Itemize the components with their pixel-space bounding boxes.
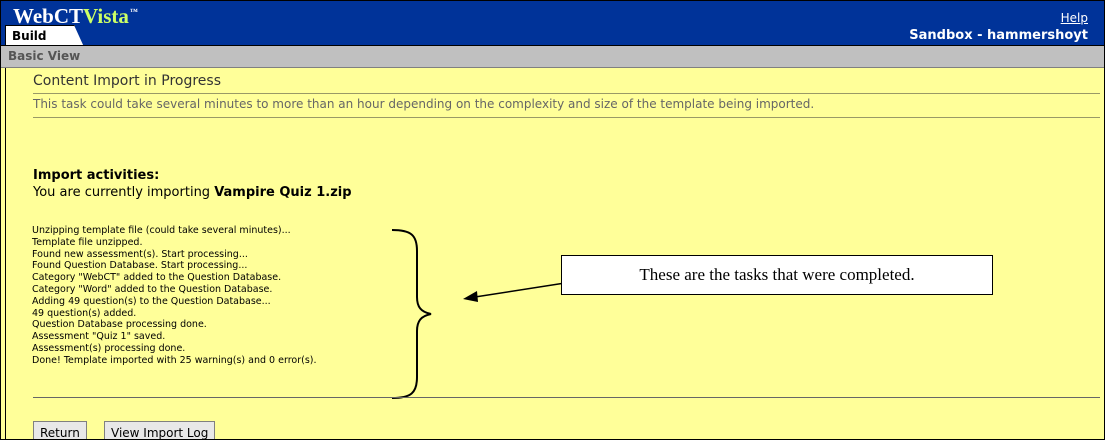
logo-vista-text: Vista (83, 4, 129, 28)
importing-prefix: You are currently importing (33, 185, 215, 200)
log-line: Assessment(s) processing done. (32, 342, 186, 354)
importing-status: You are currently importing Vampire Quiz… (33, 185, 352, 200)
tab-build[interactable]: Build (5, 25, 84, 47)
import-log: Unzipping template file (could take seve… (32, 225, 317, 367)
log-divider (33, 397, 1100, 398)
log-line: Category "WebCT" added to the Question D… (32, 272, 282, 284)
log-line: Found new assessment(s). Start processin… (32, 248, 248, 260)
log-line: Adding 49 question(s) to the Question Da… (32, 295, 271, 307)
log-line: Question Database processing done. (32, 319, 207, 331)
app-window: WebCTVista™ Help Build Sandbox - hammers… (0, 0, 1105, 440)
log-line: Template file unzipped. (32, 236, 143, 248)
view-mode-bar: Basic View (1, 45, 1104, 68)
view-import-log-button[interactable]: View Import Log (104, 421, 216, 439)
content-left-border (5, 68, 6, 439)
log-line: Unzipping template file (could take seve… (32, 225, 291, 236)
log-line: 49 question(s) added. (32, 307, 137, 319)
top-header: WebCTVista™ Help Build Sandbox - hammers… (1, 1, 1104, 47)
log-line: Category "Word" added to the Question Da… (32, 283, 273, 295)
title-divider (33, 93, 1100, 94)
help-link[interactable]: Help (1061, 11, 1088, 25)
tab-build-label: Build (12, 29, 47, 43)
view-mode-label[interactable]: Basic View (8, 49, 80, 63)
page-title: Content Import in Progress (33, 73, 222, 89)
annotation-callout: These are the tasks that were completed. (561, 255, 993, 295)
logo-trademark: ™ (129, 7, 138, 16)
arrow-annotation (463, 282, 566, 302)
importing-filename: Vampire Quiz 1.zip (214, 185, 352, 200)
import-activities-heading: Import activities: (33, 168, 160, 183)
task-description: This task could take several minutes to … (33, 97, 815, 111)
log-line: Done! Template imported with 25 warning(… (32, 354, 317, 366)
return-button[interactable]: Return (33, 421, 87, 439)
course-context-label: Sandbox - hammershoyt (909, 28, 1088, 43)
description-divider (33, 117, 1100, 118)
curly-brace-annotation (391, 229, 432, 399)
log-line: Found Question Database. Start processin… (32, 260, 248, 272)
log-line: Assessment "Quiz 1" saved. (32, 331, 166, 343)
